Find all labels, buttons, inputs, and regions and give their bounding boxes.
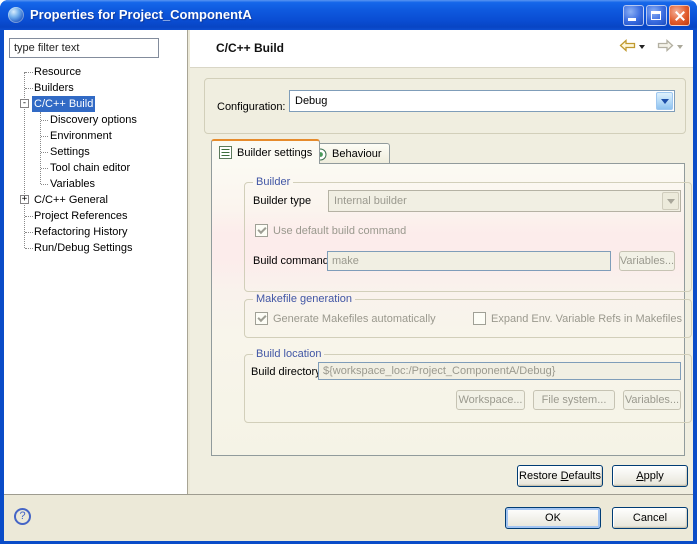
property-page: C/C++ Build Configuration: — [190, 30, 693, 494]
restore-defaults-label: Restore Defaults — [519, 470, 601, 482]
tree-item-resource[interactable]: Resource — [4, 64, 187, 80]
forward-button — [657, 39, 683, 52]
use-default-label: Use default build command — [273, 223, 406, 239]
close-button[interactable] — [669, 5, 690, 26]
tree-item-cpp-build[interactable]: -C/C++ Build — [4, 96, 187, 112]
build-directory-input — [318, 362, 681, 380]
configuration-label: Configuration: — [217, 79, 286, 135]
builder-type-combo: Internal builder — [328, 190, 681, 212]
build-location-group: Build location Build directory Workspace… — [244, 348, 692, 423]
build-location-group-title: Build location — [253, 348, 324, 360]
generate-makefiles-label: Generate Makefiles automatically — [273, 311, 436, 327]
build-command-input — [327, 251, 611, 271]
tab-label: Behaviour — [332, 148, 382, 160]
expand-icon[interactable]: + — [20, 195, 29, 204]
chevron-down-icon — [661, 99, 669, 104]
workspace-button-label: Workspace... — [459, 394, 523, 406]
apply-label: Apply — [636, 470, 664, 482]
variables-button-label: Variables... — [620, 255, 674, 267]
makefile-generation-group: Makefile generation Generate Makefiles a… — [244, 293, 692, 338]
back-icon — [619, 39, 636, 52]
variables-button-2: Variables... — [623, 390, 681, 410]
filter-input[interactable] — [9, 38, 159, 58]
tree-item-tool-chain-editor[interactable]: Tool chain editor — [4, 160, 187, 176]
ok-label: OK — [545, 512, 561, 524]
chevron-down-icon — [667, 199, 675, 204]
maximize-button[interactable] — [646, 5, 667, 26]
forward-icon — [657, 39, 674, 52]
file-system-button-label: File system... — [542, 394, 607, 406]
navigation-panel: Resource Builders -C/C++ Build Discovery… — [4, 30, 188, 494]
ok-button[interactable]: OK — [505, 507, 601, 529]
button-bar: ? OK Cancel — [4, 495, 693, 541]
app-icon — [8, 7, 24, 23]
window-title: Properties for Project_ComponentA — [30, 0, 252, 30]
use-default-checkbox — [255, 224, 268, 237]
tab-label: Builder settings — [237, 147, 312, 159]
tree-item-refactoring-history[interactable]: Refactoring History — [4, 224, 187, 240]
cancel-label: Cancel — [633, 512, 667, 524]
builder-group: Builder Builder type Internal builder Us… — [244, 176, 692, 292]
minimize-icon — [628, 18, 636, 21]
properties-dialog-window: Properties for Project_ComponentA Resour… — [0, 0, 697, 544]
list-icon — [219, 146, 232, 159]
tree-item-environment[interactable]: Environment — [4, 128, 187, 144]
configuration-group: Configuration: Debug — [204, 78, 686, 134]
dropdown-button[interactable] — [656, 92, 673, 110]
collapse-icon[interactable]: - — [20, 99, 29, 108]
variables-button: Variables... — [619, 251, 675, 271]
page-content: Configuration: Debug Builder settings — [190, 67, 693, 494]
tree-item-settings[interactable]: Settings — [4, 144, 187, 160]
configuration-value: Debug — [290, 95, 655, 107]
configuration-combo[interactable]: Debug — [289, 90, 675, 112]
restore-defaults-button[interactable]: Restore Defaults — [517, 465, 603, 487]
builder-type-value: Internal builder — [329, 195, 661, 207]
dialog-body: Resource Builders -C/C++ Build Discovery… — [4, 30, 693, 541]
tree-item-builders[interactable]: Builders — [4, 80, 187, 96]
builder-settings-panel: Builder Builder type Internal builder Us… — [211, 163, 685, 456]
apply-button[interactable]: Apply — [612, 465, 688, 487]
minimize-button[interactable] — [623, 5, 644, 26]
tree-item-variables[interactable]: Variables — [4, 176, 187, 192]
generate-makefiles-checkbox — [255, 312, 268, 325]
tree-item-cpp-general[interactable]: +C/C++ General — [4, 192, 187, 208]
file-system-button: File system... — [533, 390, 615, 410]
variables-button-2-label: Variables... — [625, 394, 679, 406]
tab-builder-settings[interactable]: Builder settings — [211, 139, 320, 164]
back-menu-icon[interactable] — [639, 45, 645, 49]
forward-menu-icon — [677, 45, 683, 49]
dropdown-button-disabled — [662, 192, 679, 210]
tree-item-run-debug-settings[interactable]: Run/Debug Settings — [4, 240, 187, 256]
back-button[interactable] — [619, 39, 645, 52]
title-bar[interactable]: Properties for Project_ComponentA — [0, 0, 697, 30]
cancel-button[interactable]: Cancel — [612, 507, 688, 529]
expand-env-label: Expand Env. Variable Refs in Makefiles — [491, 311, 682, 327]
help-icon[interactable]: ? — [14, 508, 31, 525]
page-title: C/C++ Build — [216, 30, 284, 67]
builder-type-label: Builder type — [253, 190, 311, 212]
workspace-button: Workspace... — [456, 390, 525, 410]
build-command-label: Build command: — [253, 250, 332, 272]
makefile-group-title: Makefile generation — [253, 293, 355, 305]
builder-group-title: Builder — [253, 176, 293, 188]
expand-env-checkbox — [473, 312, 486, 325]
page-header: C/C++ Build — [190, 30, 693, 68]
tree-item-project-references[interactable]: Project References — [4, 208, 187, 224]
build-directory-label: Build directory — [251, 361, 321, 383]
help-glyph: ? — [19, 510, 25, 522]
tree-item-discovery-options[interactable]: Discovery options — [4, 112, 187, 128]
maximize-icon — [651, 11, 661, 20]
